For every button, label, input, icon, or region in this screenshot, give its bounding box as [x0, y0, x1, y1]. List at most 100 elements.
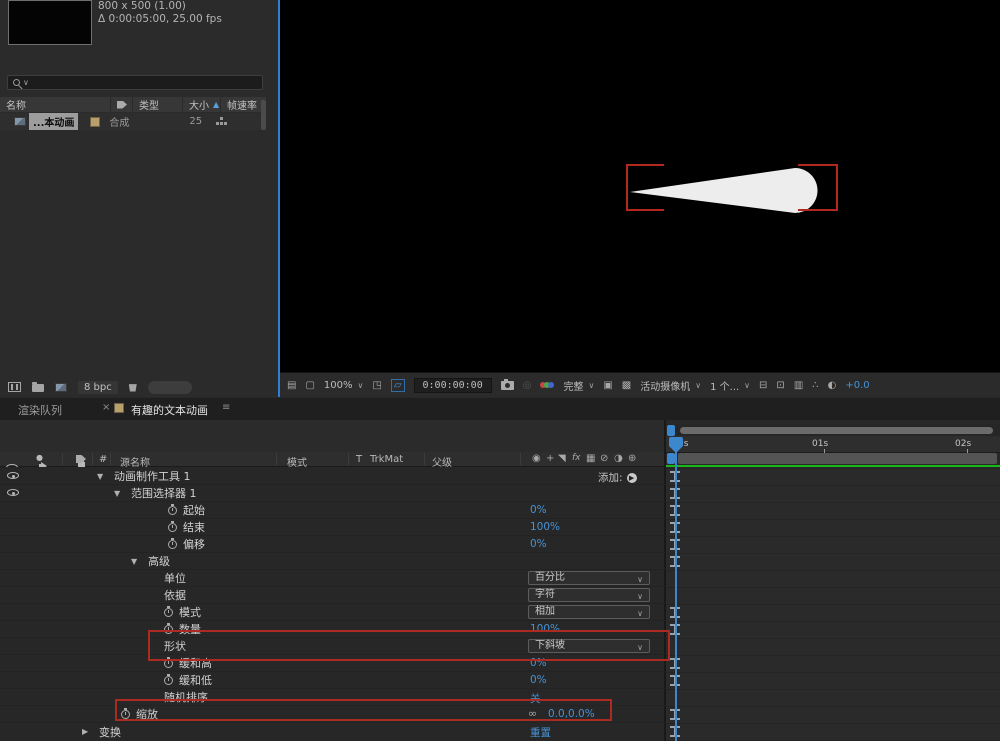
- hierarchy-icon: [216, 117, 227, 126]
- disclosure-triangle-icon[interactable]: ▶: [82, 727, 93, 736]
- snapshot-icon[interactable]: [501, 381, 514, 390]
- ruler-label-01s: 01s: [812, 439, 828, 449]
- project-search-input[interactable]: ∨: [7, 75, 263, 90]
- new-composition-icon[interactable]: [55, 383, 67, 392]
- navigator-handle[interactable]: [667, 425, 675, 436]
- row-advanced[interactable]: ▼ 高级: [0, 553, 665, 570]
- region-of-interest-icon[interactable]: ▱: [391, 379, 405, 392]
- show-channels-icon[interactable]: [540, 381, 554, 390]
- composition-viewer[interactable]: [280, 0, 1000, 372]
- property-label: 模式: [179, 604, 201, 620]
- pixel-aspect-icon[interactable]: ⊟: [759, 380, 767, 391]
- add-menu-icon[interactable]: ▶: [627, 473, 637, 483]
- close-icon[interactable]: ×: [102, 402, 110, 413]
- item-name[interactable]: ...本动画: [29, 113, 78, 130]
- property-value[interactable]: 0%: [530, 504, 547, 516]
- trash-icon[interactable]: [129, 383, 137, 392]
- disclosure-triangle-icon[interactable]: ▼: [97, 472, 108, 481]
- column-name[interactable]: 名称: [0, 97, 110, 112]
- track-area[interactable]: [666, 468, 1000, 741]
- flowchart-icon[interactable]: ∴: [812, 380, 818, 391]
- timeline-button-icon[interactable]: ▥: [794, 380, 803, 391]
- fast-previews-icon[interactable]: ⊡: [776, 380, 784, 391]
- timeline-toolbar: 0:00:00:00 00000 (25.00 fps) ∨ ∵ ◊ ≈ ▥ ◎…: [0, 420, 665, 452]
- switch-camera-icon: ◉: [532, 453, 541, 464]
- property-label: 单位: [164, 570, 186, 586]
- index-column[interactable]: #: [99, 454, 107, 465]
- work-area-bar[interactable]: [678, 453, 997, 464]
- row-based-on[interactable]: 依据 字符 ∨: [0, 587, 665, 604]
- switch-frame-blend-icon: ▦: [586, 453, 595, 464]
- column-tag[interactable]: [110, 97, 132, 112]
- playhead-handle[interactable]: [669, 437, 683, 446]
- column-trkmat[interactable]: TrkMat: [370, 454, 403, 465]
- animator-add-control[interactable]: 添加: ▶: [598, 470, 637, 485]
- transparency-grid-icon[interactable]: ▩: [622, 380, 631, 391]
- row-animator-1[interactable]: ▼ 动画制作工具 1 添加: ▶: [0, 468, 665, 485]
- row-range-selector-1[interactable]: ▼ 范围选择器 1: [0, 485, 665, 502]
- interpret-footage-icon[interactable]: [8, 382, 21, 392]
- selection-bracket-left: [626, 164, 664, 211]
- reset-exposure-icon[interactable]: ◐: [828, 380, 837, 391]
- panel-toggle-pill[interactable]: [148, 381, 192, 394]
- solo-column-icon[interactable]: ●: [36, 453, 43, 462]
- disclosure-triangle-icon[interactable]: ▼: [131, 557, 142, 566]
- column-framerate[interactable]: 帧速率: [220, 97, 264, 112]
- project-panel: 800 x 500 (1.00) Δ 0:00:05:00, 25.00 fps…: [0, 0, 278, 397]
- grid-guides-icon[interactable]: ◳: [372, 380, 381, 391]
- cached-frames-indicator: [666, 465, 1000, 467]
- column-size[interactable]: 大小 ▲: [182, 97, 220, 112]
- always-preview-icon[interactable]: ▤: [287, 380, 296, 391]
- units-dropdown[interactable]: 百分比 ∨: [528, 571, 650, 585]
- mode-dropdown[interactable]: 相加 ∨: [528, 605, 650, 619]
- based-on-dropdown[interactable]: 字符 ∨: [528, 588, 650, 602]
- property-value[interactable]: 100%: [530, 521, 560, 533]
- chevron-down-icon: ∨: [744, 381, 750, 390]
- preview-timecode[interactable]: 0:00:00:00: [414, 378, 492, 393]
- stopwatch-icon[interactable]: [168, 540, 177, 549]
- show-snapshot-icon[interactable]: ◎: [523, 380, 532, 391]
- disclosure-triangle-icon[interactable]: ▼: [114, 489, 125, 498]
- row-start[interactable]: 起始 0%: [0, 502, 665, 519]
- current-time-indicator-line[interactable]: [675, 437, 677, 741]
- new-folder-icon[interactable]: [32, 384, 44, 392]
- primary-viewer-icon[interactable]: ▢: [305, 380, 314, 391]
- row-mode[interactable]: 模式 相加 ∨: [0, 604, 665, 621]
- view-layout-dropdown[interactable]: 1 个...∨: [710, 378, 750, 393]
- row-offset[interactable]: 偏移 0%: [0, 536, 665, 553]
- comp-color-swatch[interactable]: [90, 117, 100, 127]
- stopwatch-icon[interactable]: [168, 506, 177, 515]
- row-ease-low[interactable]: 缓和低 0%: [0, 672, 665, 689]
- property-value[interactable]: 0%: [530, 538, 547, 550]
- selection-bracket-right: [798, 164, 838, 211]
- switch-collapse-icon: ◥: [558, 453, 566, 464]
- column-t[interactable]: T: [356, 454, 362, 465]
- reset-link[interactable]: 重置: [530, 725, 551, 740]
- property-label: 变换: [99, 724, 121, 740]
- work-area-start-handle[interactable]: [667, 453, 675, 464]
- tab-composition[interactable]: 有趣的文本动画: [131, 402, 208, 418]
- panel-menu-icon[interactable]: ≡: [222, 402, 230, 413]
- resolution-dropdown[interactable]: 完整∨: [563, 378, 594, 393]
- time-ruler[interactable]: 0s 01s 02s: [666, 436, 1000, 453]
- row-end[interactable]: 结束 100%: [0, 519, 665, 536]
- stopwatch-icon[interactable]: [164, 608, 173, 617]
- search-icon: [13, 79, 20, 86]
- project-scrollbar[interactable]: [261, 100, 266, 130]
- after-effects-window: 800 x 500 (1.00) Δ 0:00:05:00, 25.00 fps…: [0, 0, 1000, 741]
- row-units[interactable]: 单位 百分比 ∨: [0, 570, 665, 587]
- magnification-dropdown[interactable]: 100%∨: [324, 380, 363, 391]
- camera-dropdown[interactable]: 活动摄像机∨: [640, 378, 701, 393]
- project-item-row[interactable]: ...本动画 合成 25: [0, 113, 266, 130]
- property-label: 高级: [148, 553, 170, 569]
- tab-render-queue[interactable]: 渲染队列: [18, 402, 62, 418]
- column-type[interactable]: 类型: [132, 97, 182, 112]
- property-value[interactable]: 0%: [530, 674, 547, 686]
- bit-depth-button[interactable]: 8 bpc: [78, 381, 118, 394]
- target-region-icon[interactable]: ▣: [603, 380, 612, 391]
- stopwatch-icon[interactable]: [164, 676, 173, 685]
- row-transform[interactable]: ▶ 变换 重置: [0, 723, 665, 740]
- navigator-thumb[interactable]: [680, 427, 993, 434]
- stopwatch-icon[interactable]: [168, 523, 177, 532]
- exposure-value[interactable]: +0.0: [845, 380, 869, 391]
